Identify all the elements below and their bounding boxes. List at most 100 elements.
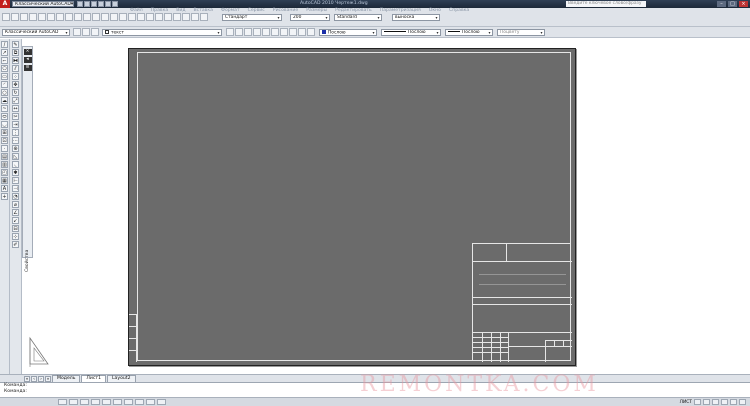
autocad-logo-icon[interactable]: A <box>0 0 10 8</box>
menu-item[interactable]: Вставка <box>194 8 213 16</box>
workspace-select[interactable]: Классический AutoCAD ▾ <box>12 1 74 7</box>
scale-icon[interactable]: ⤢ <box>12 97 19 104</box>
undo-tb-icon[interactable] <box>92 13 100 21</box>
print-icon[interactable] <box>98 1 104 7</box>
insert-block-icon[interactable]: ⊞ <box>1 129 8 136</box>
mtext-icon[interactable]: A <box>1 185 8 192</box>
viewcube-icon[interactable] <box>289 28 297 36</box>
copy-icon[interactable] <box>65 13 73 21</box>
spline-icon[interactable]: ~ <box>1 105 8 112</box>
palette-close-icon[interactable]: × <box>23 49 32 55</box>
first-tab-icon[interactable]: « <box>24 375 30 382</box>
menu-item[interactable]: Справка <box>449 8 469 16</box>
region-icon[interactable]: ◰ <box>1 169 8 176</box>
rectangle-icon[interactable]: ▭ <box>1 73 8 80</box>
palette-autohide-icon[interactable]: ◂ <box>23 57 32 63</box>
undo-icon[interactable] <box>105 1 111 7</box>
circle-icon[interactable]: ○ <box>1 89 8 96</box>
quick-view-drawings-icon[interactable] <box>703 399 710 405</box>
ortho-icon[interactable] <box>80 399 89 405</box>
color-combo[interactable]: Послою ▾ <box>319 28 377 36</box>
menu-item[interactable]: Редактировать <box>335 8 372 16</box>
table-icon[interactable]: ▦ <box>1 177 8 184</box>
snap-icon[interactable] <box>58 399 67 405</box>
properties-palette[interactable]: × ◂ ≡ Свойства <box>22 46 33 272</box>
ellipse-icon[interactable]: ⬭ <box>1 113 8 120</box>
last-tab-icon[interactable]: » <box>45 375 51 382</box>
menu-item[interactable]: Окно <box>429 8 441 16</box>
mirror-icon[interactable]: ⧓ <box>12 57 19 64</box>
quick-view-layouts-icon[interactable] <box>694 399 701 405</box>
linetype-combo[interactable]: Послою ▾ <box>381 28 441 36</box>
array-icon[interactable]: ⁘ <box>12 73 19 80</box>
zoom-extents-icon[interactable] <box>244 28 252 36</box>
preview-icon[interactable] <box>38 13 46 21</box>
walk-icon[interactable] <box>271 28 279 36</box>
add-selected-icon[interactable]: + <box>1 193 8 200</box>
paste-icon[interactable] <box>74 13 82 21</box>
save-file-icon[interactable] <box>20 13 28 21</box>
menu-item[interactable]: Формат <box>221 8 240 16</box>
trim-icon[interactable]: ✂ <box>12 113 19 120</box>
dim-aligned-icon[interactable]: ⊣ <box>12 185 19 192</box>
chamfer-icon[interactable]: ◺ <box>12 153 19 160</box>
ellipse-arc-icon[interactable]: ◡ <box>1 121 8 128</box>
gradient-icon[interactable]: ▥ <box>1 161 8 168</box>
cut-icon[interactable] <box>56 13 64 21</box>
arc-icon[interactable]: ◜ <box>1 81 8 88</box>
clean-screen-icon[interactable] <box>739 399 746 405</box>
dyn-icon[interactable] <box>135 399 144 405</box>
menu-item[interactable]: Файл <box>130 8 143 16</box>
match-icon[interactable] <box>83 13 91 21</box>
plotstyle-combo[interactable]: Поцвету ▾ <box>497 28 545 36</box>
qp-icon[interactable] <box>157 399 166 405</box>
layer-combo[interactable]: текст ▾ <box>102 28 222 36</box>
center-mark-icon[interactable]: ⊹ <box>12 233 19 240</box>
copy-object-icon[interactable]: ⧉ <box>12 49 19 56</box>
dim-angular-icon[interactable]: ∠ <box>12 209 19 216</box>
visual-style-icon[interactable] <box>307 28 315 36</box>
redo-tb-icon[interactable] <box>101 13 109 21</box>
polygon-icon[interactable]: ⬠ <box>1 65 8 72</box>
pan-realtime-icon[interactable] <box>226 28 234 36</box>
grid-icon[interactable] <box>69 399 78 405</box>
tab-layout1[interactable]: Лист1 <box>81 375 106 382</box>
command-line[interactable]: Команда: Команда: <box>0 382 750 397</box>
pan-icon[interactable] <box>110 13 118 21</box>
lock-icon[interactable] <box>730 399 737 405</box>
qnew-icon[interactable] <box>2 13 10 21</box>
erase-icon[interactable]: ✎ <box>12 41 19 48</box>
otrack-icon[interactable] <box>113 399 122 405</box>
layer-state-icon[interactable] <box>82 28 90 36</box>
zoom-realtime-icon[interactable] <box>235 28 243 36</box>
menu-item[interactable]: Параметризация <box>380 8 421 16</box>
stretch-icon[interactable]: ↔ <box>12 105 19 112</box>
lwt-icon[interactable] <box>146 399 155 405</box>
ducs-icon[interactable] <box>124 399 133 405</box>
layer-manager-icon[interactable] <box>73 28 81 36</box>
maximize-icon[interactable]: □ <box>728 1 737 7</box>
fillet-icon[interactable]: ◟ <box>12 161 19 168</box>
minimize-icon[interactable]: – <box>717 1 726 7</box>
zoom-previous-icon[interactable] <box>253 28 261 36</box>
tolerance-icon[interactable]: ⊟ <box>12 225 19 232</box>
leader-icon[interactable]: ↙ <box>12 217 19 224</box>
zoom-icon[interactable] <box>119 13 127 21</box>
prev-tab-icon[interactable]: ‹ <box>31 375 37 382</box>
command-prompt[interactable]: Команда: <box>0 389 750 395</box>
workspace-switch-icon[interactable] <box>721 399 728 405</box>
join-icon[interactable]: ⊕ <box>12 145 19 152</box>
open-icon[interactable] <box>84 1 90 7</box>
break-point-icon[interactable]: ⋮ <box>12 129 19 136</box>
open-file-icon[interactable] <box>11 13 19 21</box>
offset-icon[interactable]: ⫽ <box>12 65 19 72</box>
save-icon[interactable] <box>91 1 97 7</box>
close-icon[interactable]: × <box>739 1 748 7</box>
next-tab-icon[interactable]: › <box>38 375 44 382</box>
osnap-icon[interactable] <box>102 399 111 405</box>
palette-menu-icon[interactable]: ≡ <box>23 65 32 71</box>
tab-layout2[interactable]: Layout2 <box>107 375 136 382</box>
hatch-icon[interactable]: ▤ <box>1 153 8 160</box>
line-icon[interactable]: / <box>1 41 8 48</box>
dim-linear-icon[interactable]: ⊢ <box>12 177 19 184</box>
